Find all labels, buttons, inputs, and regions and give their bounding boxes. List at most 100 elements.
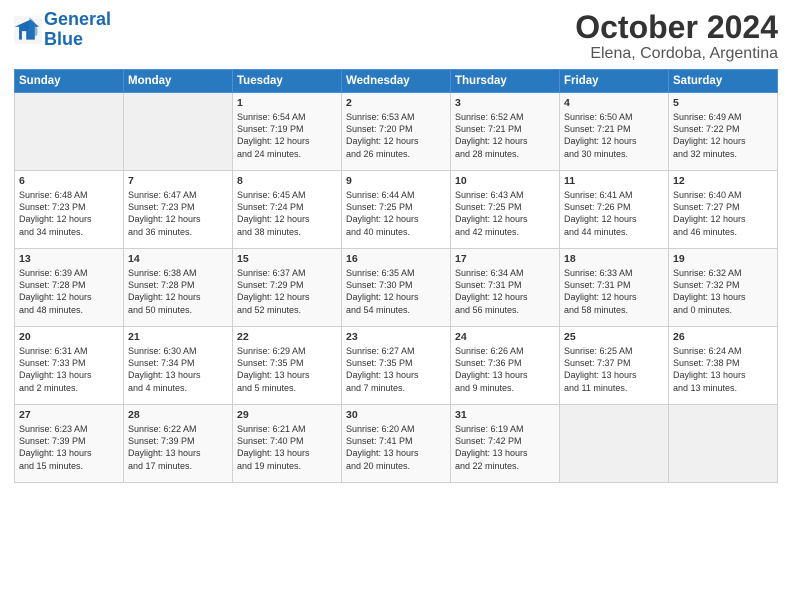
day-info: Sunrise: 6:45 AM Sunset: 7:24 PM Dayligh…: [237, 189, 337, 238]
week-row-4: 27Sunrise: 6:23 AM Sunset: 7:39 PM Dayli…: [15, 405, 778, 483]
day-info: Sunrise: 6:41 AM Sunset: 7:26 PM Dayligh…: [564, 189, 664, 238]
calendar-cell: 6 Sunrise: 6:48 AM Sunset: 7:23 PM Daylig…: [15, 171, 124, 249]
calendar-cell: 5Sunrise: 6:49 AM Sunset: 7:22 PM Daylig…: [669, 93, 778, 171]
day-number: 20: [19, 331, 119, 343]
day-number: 17: [455, 253, 555, 265]
calendar-cell: 14 Sunrise: 6:38 AM Sunset: 7:28 PM Dayli…: [124, 249, 233, 327]
day-number: 11: [564, 175, 664, 187]
day-number: 1: [237, 97, 337, 109]
day-number: 23: [346, 331, 446, 343]
header-cell-monday: Monday: [124, 70, 233, 93]
calendar-cell: 9Sunrise: 6:44 AM Sunset: 7:25 PM Daylig…: [342, 171, 451, 249]
calendar-cell: 15 Sunrise: 6:37 AM Sunset: 7:29 PM Dayli…: [233, 249, 342, 327]
day-number: 15: [237, 253, 337, 265]
calendar-cell: 13Sunrise: 6:39 AM Sunset: 7:28 PM Dayli…: [15, 249, 124, 327]
header-cell-wednesday: Wednesday: [342, 70, 451, 93]
day-number: 30: [346, 409, 446, 421]
day-info: Sunrise: 6:33 AM Sunset: 7:31 PM Dayligh…: [564, 267, 664, 316]
calendar-subtitle: Elena, Cordoba, Argentina: [575, 45, 778, 63]
calendar-cell: 23 Sunrise: 6:27 AM Sunset: 7:35 PM Dayli…: [342, 327, 451, 405]
day-number: 28: [128, 409, 228, 421]
day-number: 3: [455, 97, 555, 109]
day-number: 27: [19, 409, 119, 421]
day-number: 13: [19, 253, 119, 265]
day-info: Sunrise: 6:40 AM Sunset: 7:27 PM Dayligh…: [673, 189, 773, 238]
day-number: 19: [673, 253, 773, 265]
day-number: 8: [237, 175, 337, 187]
calendar-cell: 2 Sunrise: 6:53 AM Sunset: 7:20 PM Daylig…: [342, 93, 451, 171]
page: General Blue October 2024 Elena, Cordoba…: [0, 0, 792, 491]
day-info: Sunrise: 6:37 AM Sunset: 7:29 PM Dayligh…: [237, 267, 337, 316]
calendar-cell: 11 Sunrise: 6:41 AM Sunset: 7:26 PM Dayli…: [560, 171, 669, 249]
calendar-title: October 2024: [575, 10, 778, 45]
day-info: Sunrise: 6:44 AM Sunset: 7:25 PM Dayligh…: [346, 189, 446, 238]
calendar-cell: 20Sunrise: 6:31 AM Sunset: 7:33 PM Dayli…: [15, 327, 124, 405]
day-info: Sunrise: 6:21 AM Sunset: 7:40 PM Dayligh…: [237, 423, 337, 472]
day-info: Sunrise: 6:30 AM Sunset: 7:34 PM Dayligh…: [128, 345, 228, 394]
day-info: Sunrise: 6:54 AM Sunset: 7:19 PM Dayligh…: [237, 111, 337, 160]
day-info: Sunrise: 6:27 AM Sunset: 7:35 PM Dayligh…: [346, 345, 446, 394]
calendar-cell: 29 Sunrise: 6:21 AM Sunset: 7:40 PM Dayli…: [233, 405, 342, 483]
day-info: Sunrise: 6:50 AM Sunset: 7:21 PM Dayligh…: [564, 111, 664, 160]
calendar-header-row: SundayMondayTuesdayWednesdayThursdayFrid…: [15, 70, 778, 93]
calendar-cell: 10 Sunrise: 6:43 AM Sunset: 7:25 PM Dayli…: [451, 171, 560, 249]
day-number: 26: [673, 331, 773, 343]
logo-text: General Blue: [44, 10, 111, 50]
title-block: October 2024 Elena, Cordoba, Argentina: [575, 10, 778, 63]
calendar-cell: 19 Sunrise: 6:32 AM Sunset: 7:32 PM Dayli…: [669, 249, 778, 327]
calendar-cell: 16 Sunrise: 6:35 AM Sunset: 7:30 PM Dayli…: [342, 249, 451, 327]
day-info: Sunrise: 6:19 AM Sunset: 7:42 PM Dayligh…: [455, 423, 555, 472]
header-cell-tuesday: Tuesday: [233, 70, 342, 93]
day-info: Sunrise: 6:20 AM Sunset: 7:41 PM Dayligh…: [346, 423, 446, 472]
day-info: Sunrise: 6:48 AM Sunset: 7:23 PM Dayligh…: [19, 189, 119, 238]
logo: General Blue: [14, 10, 111, 50]
day-info: Sunrise: 6:32 AM Sunset: 7:32 PM Dayligh…: [673, 267, 773, 316]
header: General Blue October 2024 Elena, Cordoba…: [14, 10, 778, 63]
day-number: 21: [128, 331, 228, 343]
calendar-cell: 24Sunrise: 6:26 AM Sunset: 7:36 PM Dayli…: [451, 327, 560, 405]
day-number: 29: [237, 409, 337, 421]
day-info: Sunrise: 6:43 AM Sunset: 7:25 PM Dayligh…: [455, 189, 555, 238]
day-info: Sunrise: 6:38 AM Sunset: 7:28 PM Dayligh…: [128, 267, 228, 316]
header-cell-thursday: Thursday: [451, 70, 560, 93]
day-number: 6: [19, 175, 119, 187]
day-number: 14: [128, 253, 228, 265]
calendar-cell: 26 Sunrise: 6:24 AM Sunset: 7:38 PM Dayli…: [669, 327, 778, 405]
day-number: 31: [455, 409, 555, 421]
week-row-0: 1 Sunrise: 6:54 AM Sunset: 7:19 PM Daylig…: [15, 93, 778, 171]
week-row-3: 20Sunrise: 6:31 AM Sunset: 7:33 PM Dayli…: [15, 327, 778, 405]
calendar-table: SundayMondayTuesdayWednesdayThursdayFrid…: [14, 69, 778, 483]
day-number: 18: [564, 253, 664, 265]
day-info: Sunrise: 6:24 AM Sunset: 7:38 PM Dayligh…: [673, 345, 773, 394]
calendar-cell: [15, 93, 124, 171]
day-info: Sunrise: 6:25 AM Sunset: 7:37 PM Dayligh…: [564, 345, 664, 394]
calendar-cell: [560, 405, 669, 483]
day-info: Sunrise: 6:34 AM Sunset: 7:31 PM Dayligh…: [455, 267, 555, 316]
calendar-cell: 25Sunrise: 6:25 AM Sunset: 7:37 PM Dayli…: [560, 327, 669, 405]
week-row-1: 6 Sunrise: 6:48 AM Sunset: 7:23 PM Daylig…: [15, 171, 778, 249]
calendar-cell: 31 Sunrise: 6:19 AM Sunset: 7:42 PM Dayli…: [451, 405, 560, 483]
day-number: 2: [346, 97, 446, 109]
logo-icon: [14, 16, 42, 44]
day-info: Sunrise: 6:35 AM Sunset: 7:30 PM Dayligh…: [346, 267, 446, 316]
day-number: 10: [455, 175, 555, 187]
calendar-cell: 12 Sunrise: 6:40 AM Sunset: 7:27 PM Dayli…: [669, 171, 778, 249]
day-info: Sunrise: 6:53 AM Sunset: 7:20 PM Dayligh…: [346, 111, 446, 160]
calendar-cell: 17 Sunrise: 6:34 AM Sunset: 7:31 PM Dayli…: [451, 249, 560, 327]
calendar-cell: [669, 405, 778, 483]
calendar-cell: 1 Sunrise: 6:54 AM Sunset: 7:19 PM Daylig…: [233, 93, 342, 171]
calendar-cell: 27Sunrise: 6:23 AM Sunset: 7:39 PM Dayli…: [15, 405, 124, 483]
day-info: Sunrise: 6:29 AM Sunset: 7:35 PM Dayligh…: [237, 345, 337, 394]
week-row-2: 13Sunrise: 6:39 AM Sunset: 7:28 PM Dayli…: [15, 249, 778, 327]
day-number: 5: [673, 97, 773, 109]
header-cell-friday: Friday: [560, 70, 669, 93]
calendar-cell: 30 Sunrise: 6:20 AM Sunset: 7:41 PM Dayli…: [342, 405, 451, 483]
calendar-cell: 4 Sunrise: 6:50 AM Sunset: 7:21 PM Daylig…: [560, 93, 669, 171]
day-number: 4: [564, 97, 664, 109]
day-number: 12: [673, 175, 773, 187]
calendar-cell: 18 Sunrise: 6:33 AM Sunset: 7:31 PM Dayli…: [560, 249, 669, 327]
calendar-cell: 28Sunrise: 6:22 AM Sunset: 7:39 PM Dayli…: [124, 405, 233, 483]
day-number: 16: [346, 253, 446, 265]
calendar-cell: 22Sunrise: 6:29 AM Sunset: 7:35 PM Dayli…: [233, 327, 342, 405]
day-info: Sunrise: 6:26 AM Sunset: 7:36 PM Dayligh…: [455, 345, 555, 394]
